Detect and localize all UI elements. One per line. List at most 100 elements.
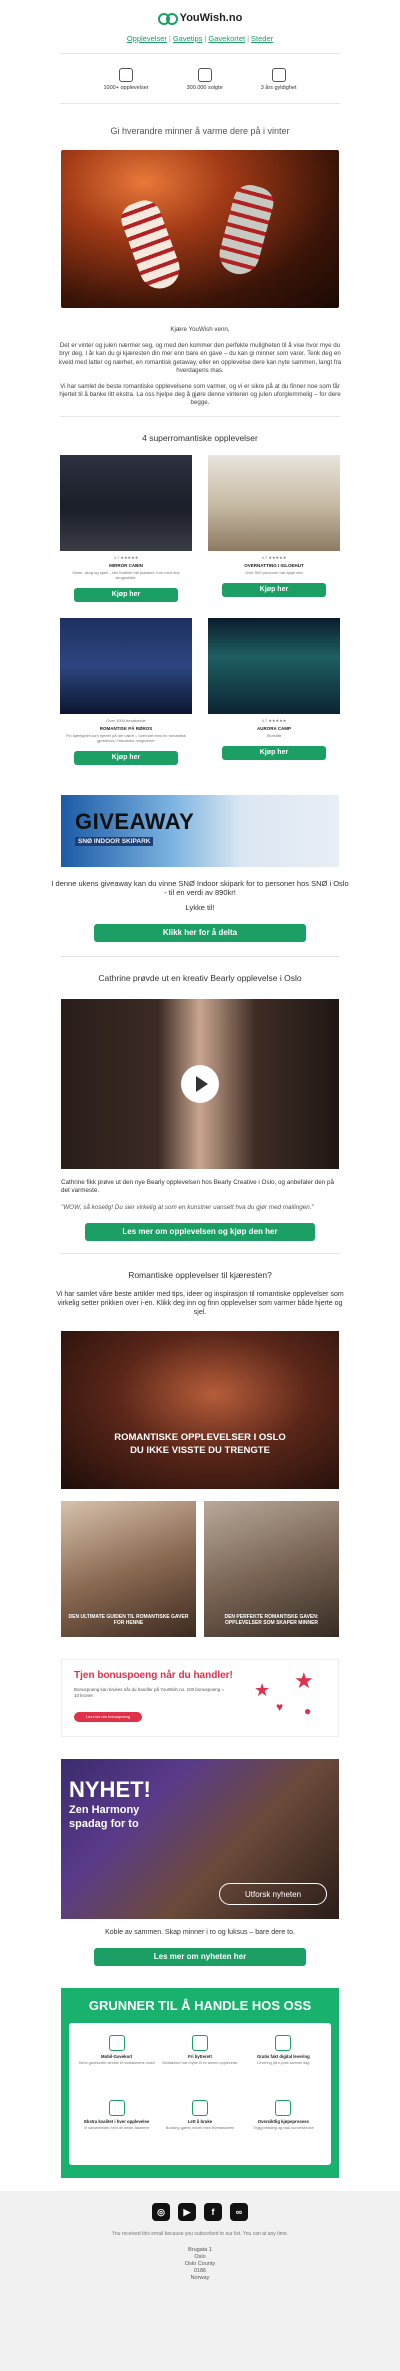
card-name: OVERNATTING I IGLOEHUT [244,562,304,568]
bonus-banner[interactable]: Tjen bonuspoeng når du handler! Bonuspoe… [61,1658,339,1737]
email-page: YouWish.no Opplevelser | Gavetips | Gavekort… [0,0,400,2371]
social-links: ◎ ▶ f ∞ [0,2203,400,2221]
easy-icon [191,2099,208,2116]
video-section-title: Cathrine prøvde ut en kreativ Bearly opp… [98,972,302,983]
card-name: AURORA CAMP [256,725,292,731]
divider [60,955,340,957]
intro-text: Kjære YouWish venn, Det er vinter og jul… [55,326,345,408]
delivery-icon [275,2034,292,2051]
hero-image[interactable] [61,150,339,308]
video-thumbnail[interactable] [61,998,339,1169]
buy-button[interactable]: Kjøp her [222,745,326,760]
reason-item: Lett å bruke Booking gjøres enkelt med le… [158,2094,241,2159]
article-card[interactable]: DEN ULTIMATE GUIDEN TIL ROMANTISKE GAVER… [61,1500,196,1637]
explore-news-button[interactable]: Utforsk nyheten [219,1882,327,1905]
quality-icon [108,2099,125,2116]
card-rating: 4.7 ★★★★★ [261,717,287,723]
news-text: Koble av sammen. Skap minner i ro og luk… [105,1928,295,1936]
romance-text: Vi har samlet våre beste artikler med ti… [56,1290,344,1316]
bonus-button[interactable]: Les mer om bonuspoeng [74,1711,142,1722]
divider [60,1252,340,1254]
card-rating: 4.7 ★★★★★ [261,554,287,560]
article-card[interactable]: DEN PERFEKTE ROMANTISKE GAVEN: OPPLEVELS… [204,1500,339,1637]
star-icon: ★ [254,1679,271,1700]
usp-item: 1000+ opplevelser [104,68,149,91]
instagram-icon[interactable]: ◎ [152,2203,170,2221]
divider [60,415,340,417]
experience-card: 4.7 ★★★★★ OVERNATTING I IGLOEHUT Over 50… [208,454,340,602]
usp-item: 300.000 solgte [187,68,223,91]
news-title: NYHET! [69,1776,151,1802]
card-desc: Over 500 personer har kjøpt den [245,569,303,575]
romance-articles: DEN ULTIMATE GUIDEN TIL ROMANTISKE GAVER… [61,1500,339,1637]
experience-cards: 4.7 ★★★★★ MIRROR CABIN Vinter, skog og s… [60,454,340,765]
experience-card: 4.7 ★★★★★ MIRROR CABIN Vinter, skog og s… [60,454,192,602]
bonus-title: Tjen bonuspoeng når du handler! [74,1669,233,1681]
tagline: Gi hverandre minner å varme dere på i vi… [110,126,290,136]
nav-link-opplevelser[interactable]: Opplevelser [127,34,167,43]
card-desc: Fin kjærlighet som hjertet på det vakre … [66,732,186,743]
romance-article-image[interactable]: ROMANTISKE OPPLEVELSER I OSLO DU IKKE VI… [61,1330,339,1489]
card-image[interactable] [208,617,340,714]
calendar-icon [197,68,212,82]
giveaway-luck: Lykke til! [185,902,215,912]
nav-link-gavekortet[interactable]: Gavekortet [208,34,245,43]
card-image[interactable] [208,454,340,551]
romance-article-title: ROMANTISKE OPPLEVELSER I OSLO DU IKKE VI… [114,1431,286,1456]
reason-item: Oversiktlig kjøpeprosess Trygg betaling o… [242,2094,325,2159]
article-title: DEN ULTIMATE GUIDEN TIL ROMANTISKE GAVER… [68,1613,189,1627]
giveaway-title: GIVEAWAY [75,808,195,834]
reason-item: Mobil-Gavekort Send gavekortet direkte ti… [75,2029,158,2094]
divider [60,103,340,104]
giveaway-banner[interactable]: GIVEAWAY SNØ INDOOR SKIPARK [61,794,339,867]
top-nav: Opplevelser | Gavetips | Gavekortet | Steder [126,34,274,43]
reason-item: Ekstra kvalitet i hver opplevelse Vi sama… [75,2094,158,2159]
phone-icon [108,2034,125,2051]
lock-icon: ● [304,1703,312,1718]
sock-shape [116,195,186,295]
card-desc: Vinter, skog og speil – lær hoteller ble… [72,569,180,580]
card-image[interactable] [60,454,192,551]
buy-button[interactable]: Kjøp her [74,587,178,602]
experiences-title: 4 superromantiske opplevelser [142,432,258,443]
nav-link-steder[interactable]: Steder [251,34,273,43]
greeting: Kjære YouWish venn, [170,326,230,333]
play-icon[interactable] [181,1064,219,1103]
news-read-more-button[interactable]: Les mer om nyheten her [94,1947,306,1966]
logo[interactable]: YouWish.no [0,6,400,30]
romance-title: Romantiske opplevelser til kjæresten? [128,1269,272,1280]
footer: ◎ ▶ f ∞ You received this email because … [0,2191,400,2371]
logo-text: YouWish.no [179,12,243,24]
giveaway-text: I denne ukens giveaway kan du vinne SNØ … [51,878,349,897]
exchange-icon [191,2034,208,2051]
card-rating: Over 1000 besøkende [106,717,146,723]
checkout-icon [275,2099,292,2116]
usp-item: 3 års gyldighet [261,68,296,91]
card-rating: 4.7 ★★★★★ [113,554,139,560]
card-name: ROMANTISK PÅ RØROS [99,725,153,731]
footer-note: You received this email because you subs… [111,2231,289,2237]
buy-button[interactable]: Kjøp her [222,582,326,597]
hourglass-icon [271,68,286,82]
buy-button[interactable]: Kjøp her [74,750,178,765]
experience-card: 4.7 ★★★★★ AURORA CAMP Storslått Kjøp her [208,617,340,765]
article-title: DEN PERFEKTE ROMANTISKE GAVEN: OPPLEVELS… [224,1613,319,1627]
video-button[interactable]: Les mer om opplevelsen og kjøp den her [85,1222,315,1241]
video-caption: Cathrine fikk prøve ut den nye Bearly op… [61,1178,335,1195]
giveaway-button[interactable]: Klikk her for å delta [94,923,306,942]
card-image[interactable] [60,617,192,714]
news-banner[interactable]: NYHET! Zen Harmony spadag for to Utforsk… [61,1758,339,1919]
intro-para: Det er vinter og julen nærmer seg, og me… [58,342,342,374]
divider [60,53,340,54]
experience-card: Over 1000 besøkende ROMANTISK PÅ RØROS F… [60,617,192,765]
card-name: MIRROR CABIN [109,562,143,568]
facebook-icon[interactable]: f [204,2203,222,2221]
youtube-icon[interactable]: ▶ [178,2203,196,2221]
sock-shape [215,181,277,279]
youwish-logo-icon [157,11,178,25]
reasons-block: GRUNNER TIL Å HANDLE HOS OSS Mobil-Gavek… [61,1987,339,2178]
link-icon[interactable]: ∞ [230,2203,248,2221]
nav-link-gavetips[interactable]: Gavetips [173,34,203,43]
heart-icon: ♥ [276,1699,284,1714]
reason-item: Fri bytterett Mottakeren kan bytte til en… [158,2029,241,2094]
